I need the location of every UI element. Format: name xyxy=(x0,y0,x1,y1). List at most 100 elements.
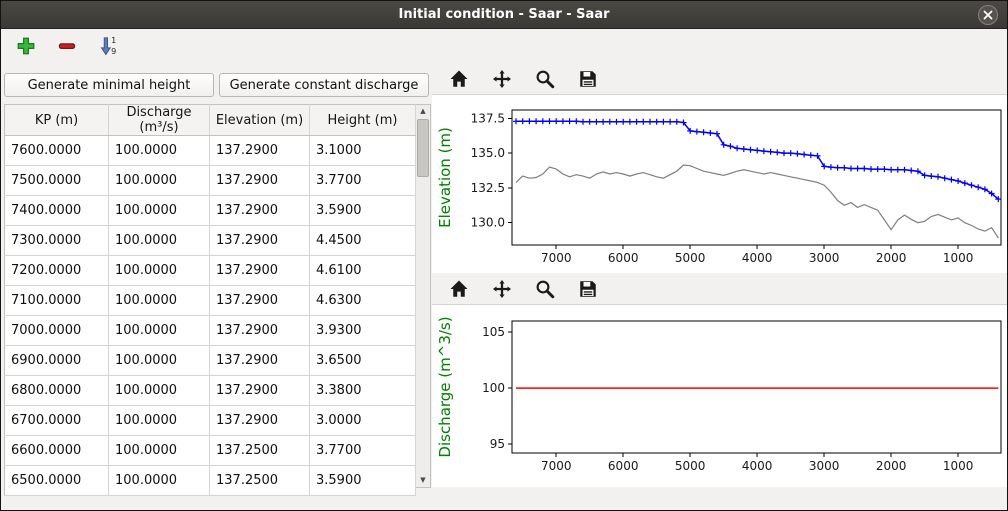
y-tick-label: 95 xyxy=(490,437,505,451)
home-button[interactable] xyxy=(448,277,474,301)
table-cell[interactable]: 100.0000 xyxy=(109,196,210,226)
x-tick-label: 2000 xyxy=(876,459,907,473)
table-cell[interactable]: 100.0000 xyxy=(109,316,210,346)
table-row: 7000.0000100.0000137.29003.9300 xyxy=(5,316,416,346)
x-tick-label: 6000 xyxy=(608,459,639,473)
table-cell[interactable]: 100.0000 xyxy=(109,226,210,256)
table-cell[interactable]: 6800.0000 xyxy=(5,376,109,406)
table-cell[interactable]: 137.2900 xyxy=(210,286,310,316)
table-cell[interactable]: 137.2900 xyxy=(210,166,310,196)
save-button[interactable] xyxy=(577,277,603,301)
scrollbar-track[interactable] xyxy=(416,118,430,474)
table-cell[interactable]: 137.2900 xyxy=(210,376,310,406)
elevation-chart[interactable]: 7000600050004000300020001000130.0132.513… xyxy=(432,95,1006,273)
table-cell[interactable]: 137.2900 xyxy=(210,346,310,376)
table-cell[interactable]: 3.9300 xyxy=(310,316,416,346)
table-cell[interactable]: 4.4500 xyxy=(310,226,416,256)
table-cell[interactable]: 3.7700 xyxy=(310,436,416,466)
titlebar[interactable]: Initial condition - Saar - Saar xyxy=(1,1,1007,29)
table-cell[interactable]: 100.0000 xyxy=(109,406,210,436)
plot-area[interactable] xyxy=(512,321,1001,453)
table-cell[interactable]: 137.2900 xyxy=(210,316,310,346)
table-row: 7400.0000100.0000137.29003.5900 xyxy=(5,196,416,226)
table-cell[interactable]: 7300.0000 xyxy=(5,226,109,256)
table-cell[interactable]: 100.0000 xyxy=(109,436,210,466)
table-cell[interactable]: 100.0000 xyxy=(109,286,210,316)
table-cell[interactable]: 100.0000 xyxy=(109,136,210,166)
generate-minimal-height-button[interactable]: Generate minimal height xyxy=(4,73,214,97)
table-cell[interactable]: 137.2900 xyxy=(210,226,310,256)
table-cell[interactable]: 7000.0000 xyxy=(5,316,109,346)
table-cell[interactable]: 3.1000 xyxy=(310,136,416,166)
save-button[interactable] xyxy=(577,67,603,91)
pan-icon xyxy=(492,279,512,299)
table-cell[interactable]: 6700.0000 xyxy=(5,406,109,436)
plot-area[interactable] xyxy=(512,110,1001,245)
table-cell[interactable]: 6500.0000 xyxy=(5,466,109,496)
table-cell[interactable]: 100.0000 xyxy=(109,256,210,286)
table-cell[interactable]: 3.5900 xyxy=(310,196,416,226)
table-cell[interactable]: 137.2500 xyxy=(210,466,310,496)
table-cell[interactable]: 137.2900 xyxy=(210,136,310,166)
close-button[interactable] xyxy=(978,5,998,25)
table-cell[interactable]: 6600.0000 xyxy=(5,436,109,466)
y-axis-label: Elevation (m) xyxy=(436,127,454,228)
save-icon xyxy=(578,69,598,89)
table-cell[interactable]: 137.2500 xyxy=(210,436,310,466)
table-cell[interactable]: 3.7700 xyxy=(310,166,416,196)
x-tick-label: 5000 xyxy=(675,459,706,473)
pan-button[interactable] xyxy=(491,277,517,301)
table-cell[interactable]: 3.3800 xyxy=(310,376,416,406)
home-icon xyxy=(449,69,469,89)
column-header[interactable]: KP (m) xyxy=(5,105,109,136)
x-tick-label: 3000 xyxy=(809,251,840,265)
column-header[interactable]: Elevation (m) xyxy=(210,105,310,136)
table-cell[interactable]: 7200.0000 xyxy=(5,256,109,286)
x-tick-label: 1000 xyxy=(943,251,974,265)
table-cell[interactable]: 100.0000 xyxy=(109,466,210,496)
table-row: 6700.0000100.0000137.29003.0000 xyxy=(5,406,416,436)
table-cell[interactable]: 100.0000 xyxy=(109,346,210,376)
zoom-button[interactable] xyxy=(534,277,560,301)
table-cell[interactable]: 7500.0000 xyxy=(5,166,109,196)
pan-button[interactable] xyxy=(491,67,517,91)
scroll-down-button[interactable]: ▼ xyxy=(416,474,430,487)
table-cell[interactable]: 4.6300 xyxy=(310,286,416,316)
remove-row-button[interactable] xyxy=(55,33,81,59)
scrollbar-thumb[interactable] xyxy=(417,119,429,177)
table-cell[interactable]: 3.0000 xyxy=(310,406,416,436)
table-row: 7200.0000100.0000137.29004.6100 xyxy=(5,256,416,286)
column-header[interactable]: Height (m) xyxy=(310,105,416,136)
table-cell[interactable]: 3.6500 xyxy=(310,346,416,376)
table-cell[interactable]: 137.2900 xyxy=(210,256,310,286)
table-row: 7100.0000100.0000137.29004.6300 xyxy=(5,286,416,316)
table-cell[interactable]: 137.2900 xyxy=(210,406,310,436)
column-header[interactable]: Discharge (m³/s) xyxy=(109,105,210,136)
table-cell[interactable]: 100.0000 xyxy=(109,166,210,196)
sort-button[interactable]: 1 9 xyxy=(96,33,122,59)
table-cell[interactable]: 3.5900 xyxy=(310,466,416,496)
svg-text:9: 9 xyxy=(111,46,116,56)
generate-constant-discharge-button[interactable]: Generate constant discharge xyxy=(219,73,429,97)
table-cell[interactable]: 100.0000 xyxy=(109,376,210,406)
zoom-button[interactable] xyxy=(534,67,560,91)
table-scrollbar[interactable]: ▲ ▼ xyxy=(416,104,431,488)
window-title: Initial condition - Saar - Saar xyxy=(398,7,609,22)
y-tick-label: 105 xyxy=(482,325,505,339)
scroll-up-button[interactable]: ▲ xyxy=(416,105,430,118)
home-button[interactable] xyxy=(448,67,474,91)
add-row-button[interactable] xyxy=(14,33,40,59)
table-row: 6900.0000100.0000137.29003.6500 xyxy=(5,346,416,376)
x-tick-label: 4000 xyxy=(742,459,773,473)
table-cell[interactable]: 7400.0000 xyxy=(5,196,109,226)
generate-button-row: Generate minimal height Generate constan… xyxy=(4,73,432,97)
home-icon xyxy=(449,279,469,299)
table-cell[interactable]: 6900.0000 xyxy=(5,346,109,376)
table-cell[interactable]: 4.6100 xyxy=(310,256,416,286)
discharge-chart[interactable]: 700060005000400030002000100095100105Disc… xyxy=(432,305,1006,475)
table-cell[interactable]: 7600.0000 xyxy=(5,136,109,166)
table-cell[interactable]: 7100.0000 xyxy=(5,286,109,316)
content-area: Generate minimal height Generate constan… xyxy=(1,63,1007,510)
y-tick-label: 132.5 xyxy=(471,181,505,195)
table-cell[interactable]: 137.2900 xyxy=(210,196,310,226)
